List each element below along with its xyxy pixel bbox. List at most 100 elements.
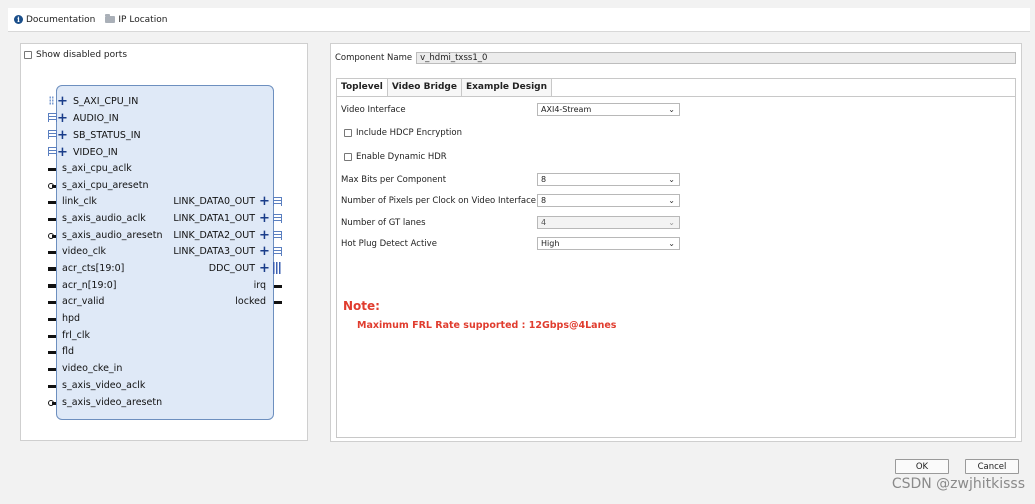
port-label: acr_valid: [62, 296, 105, 307]
bus-icon: [48, 130, 57, 139]
video-interface-select[interactable]: AXI4-Stream ⌄: [537, 103, 680, 116]
port-label: s_axi_cpu_aresetn: [62, 180, 149, 191]
max-bits-label: Max Bits per Component: [341, 175, 447, 185]
port-label: acr_cts[19:0]: [62, 263, 125, 274]
bus-icon: [273, 197, 282, 206]
port-label: S_AXI_CPU_IN: [73, 96, 139, 107]
chevron-down-icon: ⌄: [668, 105, 675, 114]
tab-toplevel[interactable]: Toplevel: [337, 79, 388, 96]
port-label: acr_n[19:0]: [62, 280, 117, 291]
port-label: s_axis_video_aclk: [62, 380, 146, 391]
pin-line: [48, 218, 56, 221]
pin-line: [48, 168, 56, 171]
expand-plus-icon[interactable]: +: [57, 95, 68, 108]
chevron-down-icon: ⌄: [668, 196, 675, 205]
component-name-row: Component Name v_hdmi_txss1_0: [335, 52, 1017, 64]
bus-icon: [273, 231, 282, 240]
cancel-button[interactable]: Cancel: [965, 459, 1019, 474]
max-bits-select[interactable]: 8 ⌄: [537, 173, 680, 186]
enable-dynamic-hdr-checkbox[interactable]: [344, 153, 352, 161]
pin-line: [52, 402, 56, 405]
expand-plus-icon[interactable]: +: [259, 229, 270, 242]
pin-line: [52, 185, 56, 188]
tab-example-design[interactable]: Example Design: [461, 79, 553, 96]
port-label: frl_clk: [62, 330, 91, 341]
port-label: locked: [235, 296, 266, 307]
max-bits-value: 8: [541, 175, 547, 184]
chevron-down-icon: ⌄: [668, 175, 675, 184]
port-label: irq: [253, 280, 266, 291]
hot-plug-label: Hot Plug Detect Active: [341, 239, 437, 249]
pin-line: [48, 385, 56, 388]
pin-line: [48, 201, 56, 204]
include-hdcp-checkbox[interactable]: [344, 129, 352, 137]
show-disabled-ports-row[interactable]: Show disabled ports: [24, 50, 127, 60]
gt-lanes-select[interactable]: 4 ⌄: [537, 216, 680, 229]
pixels-per-clock-value: 8: [541, 196, 547, 205]
bus-icon: [48, 113, 57, 122]
expand-plus-icon[interactable]: +: [259, 245, 270, 258]
port-label: LINK_DATA2_OUT: [173, 230, 255, 241]
enable-dynamic-hdr-label: Enable Dynamic HDR: [356, 152, 447, 162]
show-disabled-ports-label: Show disabled ports: [36, 50, 128, 60]
port-label: s_axis_audio_aclk: [62, 213, 146, 224]
gt-lanes-value: 4: [541, 218, 547, 227]
port-label: AUDIO_IN: [73, 113, 119, 124]
port-label: hpd: [62, 313, 81, 324]
bus-icon: [273, 247, 282, 256]
include-hdcp-row[interactable]: Include HDCP Encryption: [344, 128, 462, 138]
expand-plus-icon[interactable]: +: [259, 195, 270, 208]
chevron-down-icon: ⌄: [668, 218, 675, 227]
pin-line: [274, 285, 282, 288]
hot-plug-value: High: [541, 239, 560, 248]
component-name-field[interactable]: v_hdmi_txss1_0: [416, 52, 1017, 64]
ok-button[interactable]: OK: [895, 459, 949, 474]
info-icon: i: [14, 15, 23, 24]
show-disabled-ports-checkbox[interactable]: [24, 51, 32, 59]
ip-symbol-panel: Show disabled ports + + + + S_AXI_CPU_IN…: [20, 43, 308, 441]
port-label: LINK_DATA0_OUT: [173, 196, 255, 207]
video-interface-value: AXI4-Stream: [541, 105, 592, 114]
pin-line: [274, 301, 282, 304]
pin-line: [48, 335, 56, 338]
pixels-per-clock-select[interactable]: 8 ⌄: [537, 194, 680, 207]
expand-plus-icon[interactable]: +: [57, 112, 68, 125]
include-hdcp-label: Include HDCP Encryption: [356, 128, 462, 138]
note-text: Maximum FRL Rate supported : 12Gbps@4Lan…: [357, 320, 617, 331]
gt-lanes-label: Number of GT lanes: [341, 218, 426, 228]
enable-dynamic-hdr-row[interactable]: Enable Dynamic HDR: [344, 152, 447, 162]
port-label: fld: [62, 346, 75, 357]
expand-plus-icon[interactable]: +: [259, 212, 270, 225]
pin-line: [48, 301, 56, 304]
port-label: SB_STATUS_IN: [73, 130, 141, 141]
tab-pane: Toplevel Video Bridge Example Design Vid…: [336, 78, 1016, 438]
port-label: link_clk: [62, 196, 97, 207]
pin-line: [48, 318, 56, 321]
port-label: s_axi_cpu_aclk: [62, 163, 132, 174]
tab-video-bridge[interactable]: Video Bridge: [387, 79, 462, 96]
expand-plus-icon[interactable]: +: [57, 129, 68, 142]
chevron-down-icon: ⌄: [668, 239, 675, 248]
hot-plug-select[interactable]: High ⌄: [537, 237, 680, 250]
top-toolbar: i Documentation IP Location: [8, 8, 1030, 32]
iic-bus-icon: [273, 262, 281, 274]
bus-icon: [48, 147, 57, 156]
port-label: video_clk: [62, 246, 107, 257]
ip-location-menu[interactable]: IP Location: [105, 14, 167, 25]
port-label: VIDEO_IN: [73, 147, 118, 158]
expand-plus-icon[interactable]: +: [57, 146, 68, 159]
note-title: Note:: [343, 299, 380, 313]
video-interface-label: Video Interface: [341, 105, 406, 115]
config-panel: Component Name v_hdmi_txss1_0 Toplevel V…: [330, 43, 1022, 442]
pin-line: [48, 351, 56, 354]
pin-line: [48, 251, 56, 254]
port-label: DDC_OUT: [208, 263, 255, 274]
documentation-menu[interactable]: i Documentation: [14, 15, 95, 25]
expand-plus-icon[interactable]: +: [259, 262, 270, 275]
bus-pin-line: [48, 284, 56, 288]
pin-line: [48, 368, 56, 371]
port-label: LINK_DATA1_OUT: [173, 213, 255, 224]
component-name-label: Component Name: [335, 53, 413, 63]
bus-icon: [49, 96, 54, 105]
bus-pin-line: [48, 267, 56, 271]
